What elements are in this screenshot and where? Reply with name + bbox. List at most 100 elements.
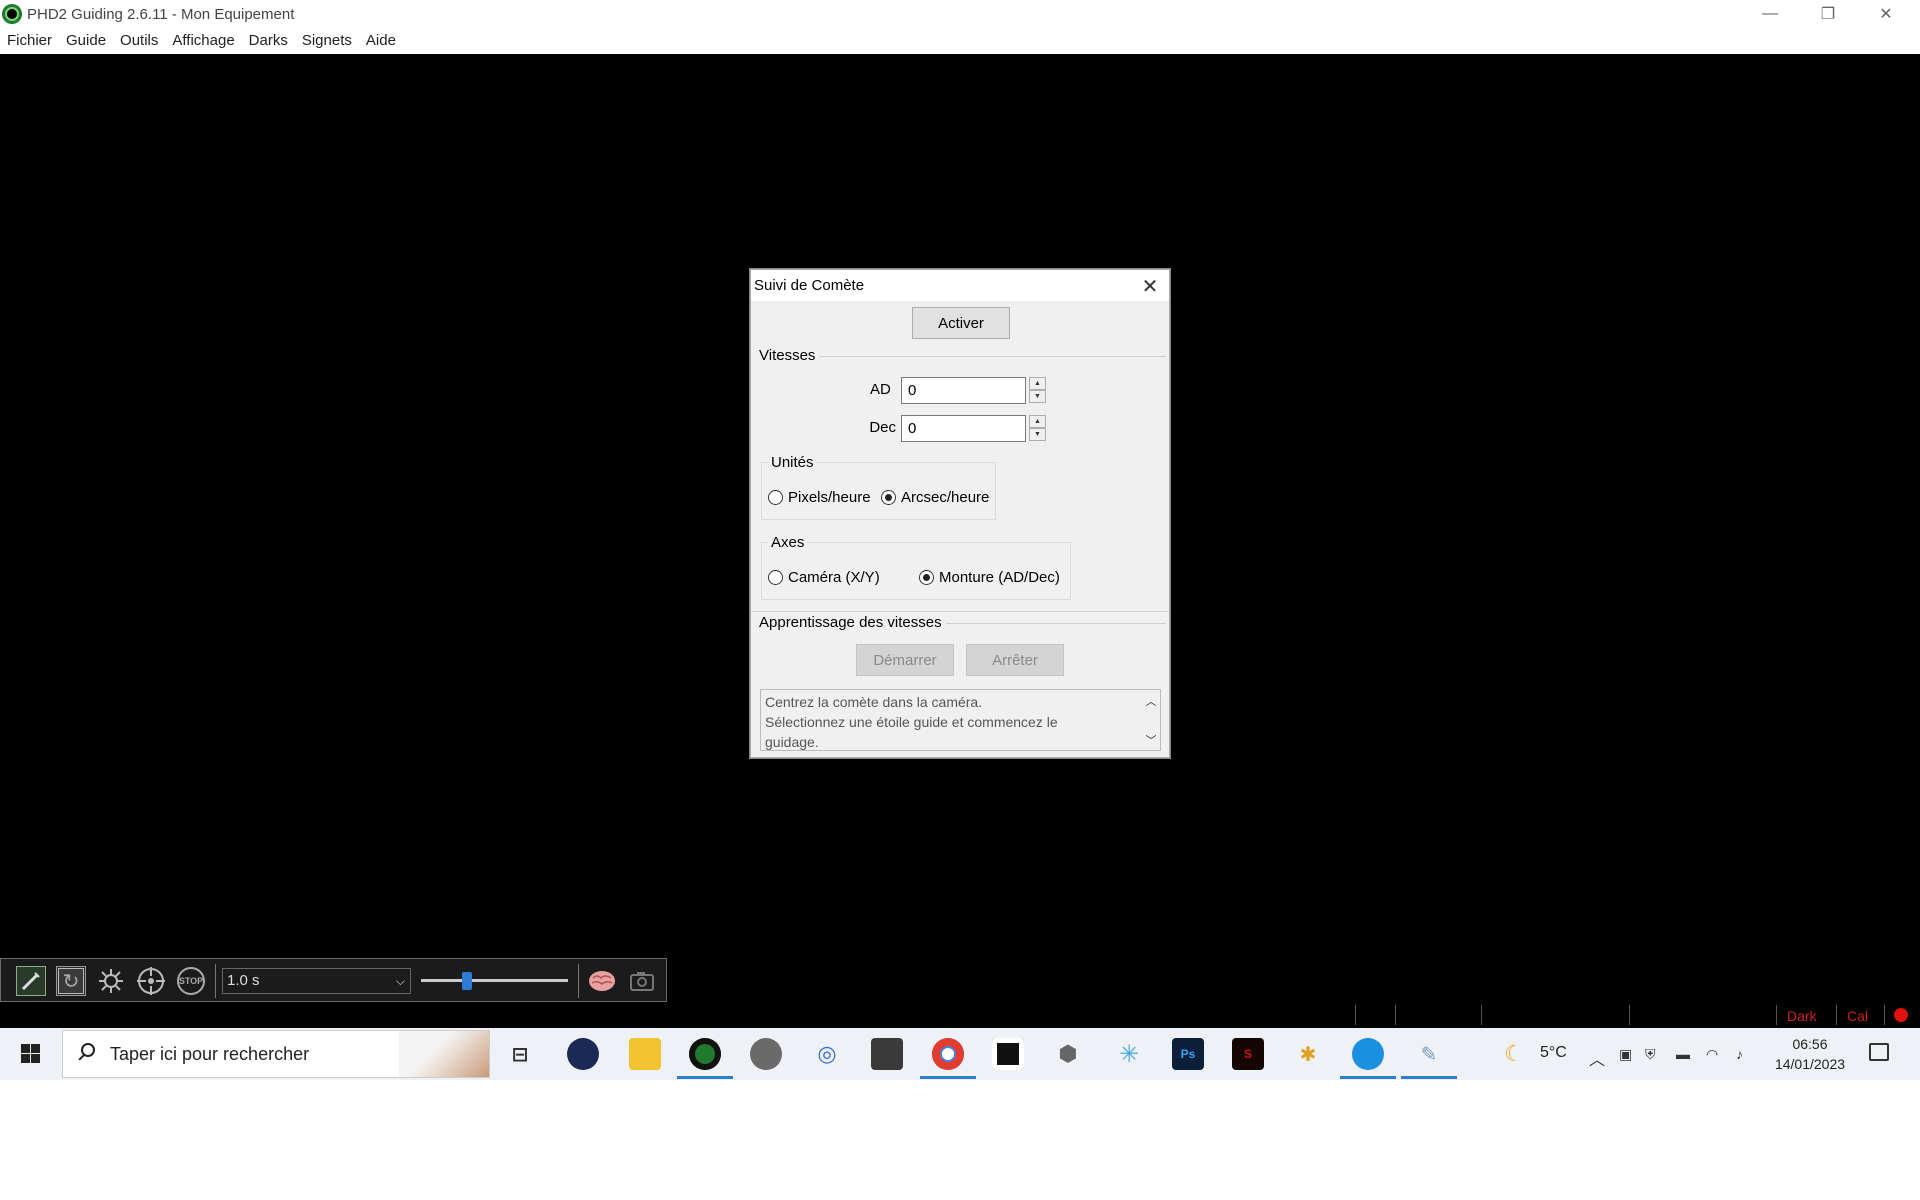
loop-button[interactable]: ↻: [56, 966, 86, 996]
exposure-value: 1.0 s: [227, 972, 260, 989]
scroll-up-icon[interactable]: ︿: [1144, 693, 1158, 708]
sharpcap-icon[interactable]: S: [1232, 1038, 1264, 1070]
menu-aide[interactable]: Aide: [359, 28, 403, 54]
taskbar-search[interactable]: Taper ici pour rechercher: [62, 1030, 490, 1078]
menu-signets[interactable]: Signets: [295, 28, 359, 54]
slider-thumb[interactable]: [462, 972, 473, 990]
scroll-down-icon[interactable]: ﹀: [1144, 732, 1158, 747]
status-divider: [1395, 1005, 1396, 1025]
ra-rate-input[interactable]: 0: [901, 377, 1026, 404]
planetarium-icon[interactable]: [750, 1038, 782, 1070]
chevron-up-icon[interactable]: ︿: [1589, 1046, 1605, 1070]
gamma-slider[interactable]: [416, 968, 574, 994]
task-view-icon[interactable]: ⊟: [504, 1038, 536, 1070]
guide-toolbar: ↻ STOP 1.0 s ⌵: [0, 958, 667, 1002]
dark-status-flag: Dark: [1787, 1008, 1817, 1024]
guide-button[interactable]: [136, 966, 166, 996]
file-explorer-icon[interactable]: [629, 1038, 661, 1070]
exposure-duration-select[interactable]: 1.0 s ⌵: [222, 968, 411, 994]
snowflake-app-icon[interactable]: ✳: [1113, 1038, 1145, 1070]
wifi-icon[interactable]: ◠: [1706, 1046, 1718, 1063]
instructions-textbox[interactable]: Centrez la comète dans la caméra. Sélect…: [760, 689, 1161, 751]
minimize-button[interactable]: —: [1741, 0, 1799, 28]
dialog-title: Suivi de Comète: [754, 277, 865, 294]
radio-checked-icon[interactable]: [919, 570, 934, 585]
clock-time: 06:56: [1792, 1036, 1828, 1052]
units-pixels-radio[interactable]: Pixels/heure: [768, 489, 871, 506]
spin-up-icon[interactable]: ▲: [1029, 415, 1046, 428]
orbit-app-icon[interactable]: ◎: [811, 1038, 843, 1070]
radio-unchecked-icon[interactable]: [768, 490, 783, 505]
radio-checked-icon[interactable]: [881, 490, 896, 505]
units-arcsec-radio[interactable]: Arcsec/heure: [881, 489, 989, 506]
dialog-close-button[interactable]: ✕: [1137, 273, 1163, 299]
photoshop-icon[interactable]: Ps: [1172, 1038, 1204, 1070]
security-icon[interactable]: ⛨: [1645, 1046, 1656, 1063]
weather-temperature[interactable]: 5°C: [1540, 1044, 1567, 1062]
stop-button[interactable]: STOP: [176, 966, 206, 996]
axes-mount-label: Monture (AD/Dec): [939, 569, 1060, 586]
dec-label: Dec: [870, 419, 896, 436]
phd2-taskbar-icon[interactable]: [689, 1038, 721, 1070]
toolbar-divider: [215, 964, 216, 998]
close-window-button[interactable]: ✕: [1857, 0, 1915, 28]
maximize-button[interactable]: ❐: [1799, 0, 1857, 28]
volume-icon[interactable]: ♪: [1736, 1046, 1743, 1062]
toolbar-divider: [578, 964, 579, 998]
menu-guide[interactable]: Guide: [59, 28, 113, 54]
chrome-icon[interactable]: [932, 1038, 964, 1070]
brain-settings-button[interactable]: [587, 966, 617, 996]
ra-rate-spinner[interactable]: ▲ ▼: [1029, 377, 1046, 404]
menu-bar: Fichier Guide Outils Affichage Darks Sig…: [0, 28, 1920, 54]
comet-tracking-dialog: Suivi de Comète ✕ Activer Vitesses AD 0 …: [750, 269, 1170, 758]
search-placeholder: Taper ici pour rechercher: [110, 1044, 310, 1064]
axes-mount-radio[interactable]: Monture (AD/Dec): [919, 569, 1060, 586]
stop-learning-button[interactable]: Arrêter: [966, 644, 1064, 676]
active-app-indicator: [677, 1076, 733, 1079]
windows-logo-icon: [31, 1044, 40, 1053]
rates-separator: [811, 356, 1166, 357]
system-clock[interactable]: 06:56 14/01/2023: [1765, 1034, 1855, 1074]
connection-status-icon: [1894, 1008, 1908, 1022]
menu-outils[interactable]: Outils: [113, 28, 165, 54]
battery-icon[interactable]: ▬: [1676, 1046, 1690, 1062]
image-app-icon[interactable]: [871, 1038, 903, 1070]
dec-rate-input[interactable]: 0: [901, 415, 1026, 442]
cam-settings-button[interactable]: [627, 966, 657, 996]
edge-icon[interactable]: [1352, 1038, 1384, 1070]
spin-down-icon[interactable]: ▼: [1029, 428, 1046, 441]
menu-affichage[interactable]: Affichage: [165, 28, 241, 54]
menu-darks[interactable]: Darks: [242, 28, 295, 54]
spin-down-icon[interactable]: ▼: [1029, 390, 1046, 403]
cube-app-icon[interactable]: ⬢: [1052, 1038, 1084, 1070]
auto-select-star-button[interactable]: [96, 966, 126, 996]
use-camera-button[interactable]: [16, 966, 46, 996]
active-app-indicator: [1340, 1076, 1396, 1079]
radio-unchecked-icon[interactable]: [768, 570, 783, 585]
start-button[interactable]: [10, 1038, 50, 1070]
axes-camera-radio[interactable]: Caméra (X/Y): [768, 569, 880, 586]
wand-icon: [21, 972, 40, 991]
stellarium-icon[interactable]: [567, 1038, 599, 1070]
camera-settings-icon: [630, 972, 654, 991]
meet-now-icon[interactable]: ▣: [1619, 1046, 1632, 1063]
activate-button[interactable]: Activer: [912, 307, 1010, 339]
chevron-down-icon: ⌵: [395, 974, 405, 988]
status-bar: Dark Cal: [0, 1002, 1920, 1028]
framed-app-icon[interactable]: [992, 1038, 1024, 1070]
weather-moon-icon[interactable]: ☾: [1498, 1038, 1530, 1070]
status-divider: [1629, 1005, 1630, 1025]
paint-app-icon[interactable]: ✎: [1413, 1038, 1445, 1070]
notification-center-icon[interactable]: [1869, 1043, 1889, 1061]
instructions-line: guidage.: [765, 734, 819, 750]
windows-taskbar: Taper ici pour rechercher ⊟ ◎ ⬢ ✳ Ps S ✱…: [0, 1028, 1920, 1080]
menu-fichier[interactable]: Fichier: [0, 28, 59, 54]
start-learning-button[interactable]: Démarrer: [856, 644, 954, 676]
units-group-label: Unités: [768, 454, 817, 471]
calibration-status-flag: Cal: [1847, 1008, 1869, 1024]
spin-up-icon[interactable]: ▲: [1029, 377, 1046, 390]
status-divider: [1836, 1005, 1837, 1025]
clock-date: 14/01/2023: [1774, 1056, 1846, 1072]
dec-rate-spinner[interactable]: ▲ ▼: [1029, 415, 1046, 442]
colorful-app-icon[interactable]: ✱: [1292, 1038, 1324, 1070]
